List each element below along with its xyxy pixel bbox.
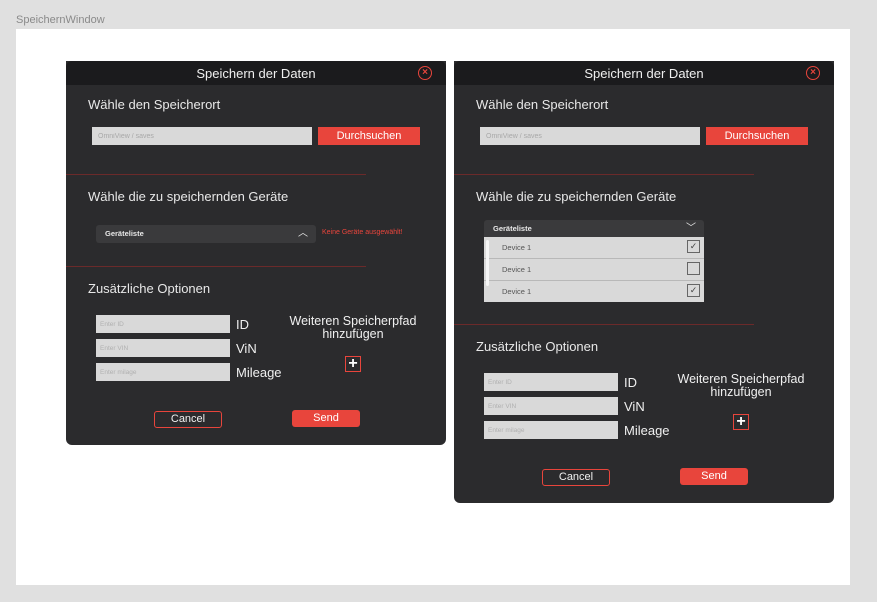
frame-label: SpeichernWindow bbox=[16, 14, 105, 26]
device-name: Device 1 bbox=[502, 243, 532, 252]
cancel-button[interactable]: Cancel bbox=[542, 469, 610, 486]
send-button[interactable]: Send bbox=[292, 410, 360, 427]
send-button[interactable]: Send bbox=[680, 468, 748, 485]
mileage-label: Mileage bbox=[624, 423, 670, 438]
browse-button[interactable]: Durchsuchen bbox=[318, 127, 420, 145]
device-list-header[interactable]: Geräteliste ﹀ bbox=[484, 220, 704, 237]
mileage-input[interactable] bbox=[96, 363, 230, 381]
options-heading: Zusätzliche Optionen bbox=[476, 339, 599, 354]
device-list-dropdown[interactable]: Geräteliste ︿ bbox=[96, 225, 316, 243]
extra-path-line2: hinzufügen bbox=[322, 327, 384, 341]
close-icon[interactable]: × bbox=[418, 66, 432, 80]
device-name: Device 1 bbox=[502, 287, 532, 296]
device-list-label: Geräteliste bbox=[105, 229, 144, 238]
divider bbox=[454, 174, 754, 175]
save-path-input[interactable] bbox=[92, 127, 312, 145]
add-path-plus-icon[interactable]: + bbox=[733, 414, 749, 430]
device-list-scrollbar[interactable] bbox=[486, 240, 489, 286]
device-list-label: Geräteliste bbox=[493, 224, 532, 233]
save-dialog-expanded: Speichern der Daten × Wähle den Speicher… bbox=[454, 61, 834, 503]
id-input[interactable] bbox=[484, 373, 618, 391]
dialog-title: Speichern der Daten bbox=[584, 66, 704, 81]
id-input[interactable] bbox=[96, 315, 230, 333]
device-row[interactable]: Device 1 ✓ bbox=[484, 281, 704, 302]
titlebar: Speichern der Daten × bbox=[66, 61, 446, 85]
titlebar: Speichern der Daten × bbox=[454, 61, 834, 85]
vin-input[interactable] bbox=[484, 397, 618, 415]
divider bbox=[66, 174, 366, 175]
extra-path-line2: hinzufügen bbox=[710, 385, 772, 399]
id-label: ID bbox=[236, 317, 249, 332]
extra-path-label: Weiteren Speicherpfad hinzufügen bbox=[283, 315, 423, 341]
device-checkbox[interactable]: ✓ bbox=[687, 240, 700, 253]
no-devices-error: Keine Geräte ausgewählt! bbox=[322, 229, 403, 236]
close-icon[interactable]: × bbox=[806, 66, 820, 80]
options-heading: Zusätzliche Optionen bbox=[88, 281, 211, 296]
save-path-input[interactable] bbox=[480, 127, 700, 145]
location-heading: Wähle den Speicherort bbox=[88, 97, 221, 112]
devices-heading: Wähle die zu speichernden Geräte bbox=[88, 189, 289, 204]
vin-label: ViN bbox=[236, 341, 257, 356]
device-list-expanded: Geräteliste ﹀ Device 1 ✓ Device 1 Device… bbox=[484, 220, 704, 302]
device-checkbox[interactable] bbox=[687, 262, 700, 275]
chevron-up-icon[interactable]: ︿ bbox=[298, 229, 308, 239]
cancel-button[interactable]: Cancel bbox=[154, 411, 222, 428]
add-path-plus-icon[interactable]: + bbox=[345, 356, 361, 372]
device-row[interactable]: Device 1 ✓ bbox=[484, 237, 704, 259]
divider bbox=[66, 266, 366, 267]
mileage-label: Mileage bbox=[236, 365, 282, 380]
dialog-title: Speichern der Daten bbox=[196, 66, 316, 81]
id-label: ID bbox=[624, 375, 637, 390]
vin-input[interactable] bbox=[96, 339, 230, 357]
device-checkbox[interactable]: ✓ bbox=[687, 284, 700, 297]
device-row[interactable]: Device 1 bbox=[484, 259, 704, 281]
devices-heading: Wähle die zu speichernden Geräte bbox=[476, 189, 677, 204]
device-name: Device 1 bbox=[502, 265, 532, 274]
save-dialog-collapsed: Speichern der Daten × Wähle den Speicher… bbox=[66, 61, 446, 445]
location-heading: Wähle den Speicherort bbox=[476, 97, 609, 112]
extra-path-label: Weiteren Speicherpfad hinzufügen bbox=[671, 373, 811, 399]
mileage-input[interactable] bbox=[484, 421, 618, 439]
browse-button[interactable]: Durchsuchen bbox=[706, 127, 808, 145]
chevron-down-icon[interactable]: ﹀ bbox=[686, 224, 696, 234]
vin-label: ViN bbox=[624, 399, 645, 414]
divider bbox=[454, 324, 754, 325]
